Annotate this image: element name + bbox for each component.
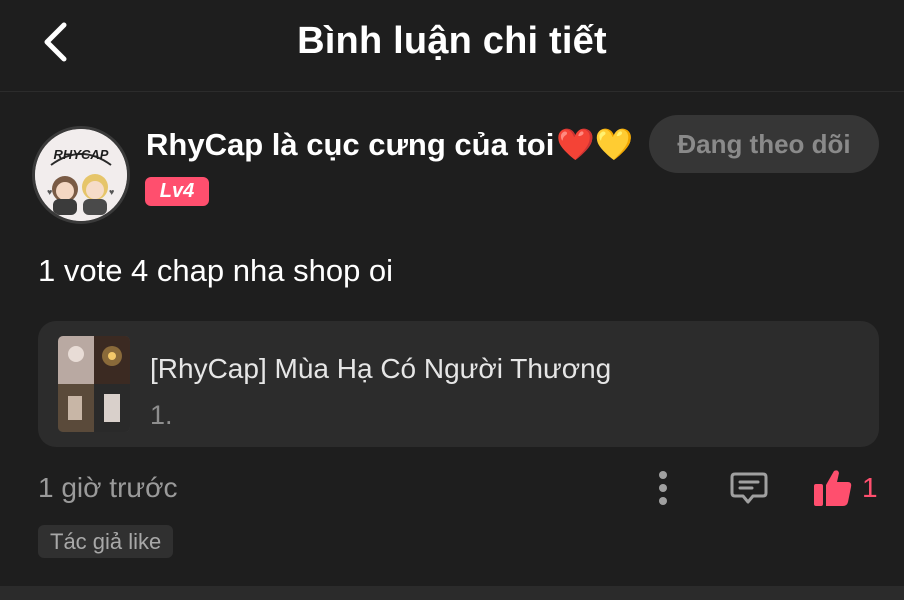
like-count: 1 [862, 472, 878, 503]
avatar-logo-text: RHYCAP [54, 147, 109, 162]
more-options-button[interactable] [648, 466, 678, 510]
story-chapter: 1. [150, 400, 173, 430]
story-title: [RhyCap] Mùa Hạ Có Người Thương [150, 353, 612, 384]
svg-text:♥: ♥ [109, 187, 114, 197]
avatar-image: RHYCAP ♥ ♥ [35, 129, 127, 221]
more-vertical-icon [659, 471, 667, 505]
comment-icon [730, 472, 768, 504]
following-button[interactable]: Đang theo dõi [649, 115, 879, 173]
author-like-badge: Tác giả like [38, 525, 174, 558]
comment-text: 1 vote 4 chap nha shop oi [38, 253, 394, 288]
page-title: Bình luận chi tiết [297, 20, 607, 62]
comment-timestamp: 1 giờ trước [38, 472, 178, 503]
username-emoji: ❤️💛 [556, 127, 634, 162]
username[interactable]: RhyCap là cục cưng của toi❤️💛 [146, 126, 634, 163]
level-badge: Lv4 [145, 177, 209, 206]
reply-button[interactable] [727, 466, 771, 510]
bottom-divider [0, 586, 904, 600]
svg-text:♥: ♥ [47, 187, 52, 197]
like-button[interactable]: 1 [812, 466, 882, 510]
thumbs-up-icon [814, 470, 852, 506]
username-text: RhyCap là cục cưng của toi [146, 127, 555, 162]
story-card[interactable]: [RhyCap] Mùa Hạ Có Người Thương 1. [38, 321, 879, 447]
avatar[interactable]: RHYCAP ♥ ♥ [32, 126, 130, 224]
story-thumbnail [58, 336, 130, 432]
header-bar: Bình luận chi tiết [0, 0, 904, 92]
